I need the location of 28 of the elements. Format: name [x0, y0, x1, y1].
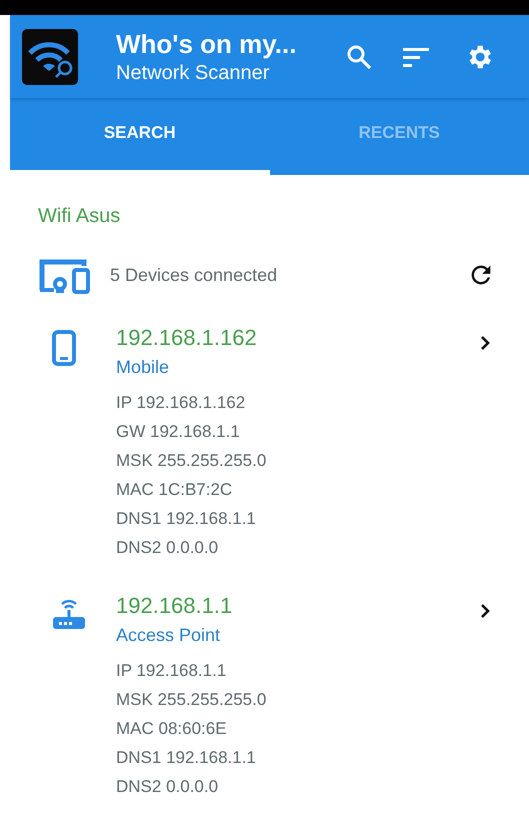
tab[interactable]: SEARCH — [10, 98, 270, 175]
device-count: 5 Devices connected — [110, 264, 278, 286]
device-type: Access Point — [116, 624, 220, 647]
app-title: Who's on my... — [116, 28, 298, 60]
device-detail: DNS2 0.0.0.0 — [116, 776, 218, 798]
device-detail: MSK 255.255.255.0 — [116, 689, 266, 711]
search-icon[interactable] — [346, 44, 372, 70]
app-logo-icon — [22, 28, 78, 84]
device-detail: GW 192.168.1.1 — [116, 421, 240, 443]
device-detail: IP 192.168.1.1 — [116, 660, 226, 682]
device-detail: DNS1 192.168.1.1 — [116, 508, 256, 530]
chevron-right-icon[interactable] — [479, 334, 491, 352]
device-detail: MAC 1C:B7:2C — [116, 479, 232, 501]
device-ip[interactable]: 192.168.1.162 — [116, 324, 257, 352]
device-detail: DNS1 192.168.1.1 — [116, 747, 256, 769]
router-icon — [52, 598, 86, 630]
sort-icon[interactable] — [402, 46, 430, 68]
phone-icon — [52, 330, 76, 366]
device-detail: IP 192.168.1.162 — [116, 392, 246, 414]
tab[interactable]: RECENTS — [270, 98, 529, 175]
app-subtitle: Network Scanner — [116, 60, 270, 86]
device-type: Mobile — [116, 356, 170, 379]
device-detail: MAC 08:60:6E — [116, 718, 227, 740]
chevron-right-icon[interactable] — [479, 602, 491, 620]
device-ip[interactable]: 192.168.1.1 — [116, 592, 232, 620]
device-detail: MSK 255.255.255.0 — [116, 450, 266, 472]
device-detail: DNS2 0.0.0.0 — [116, 537, 218, 559]
network-name: Wifi Asus — [38, 205, 122, 228]
